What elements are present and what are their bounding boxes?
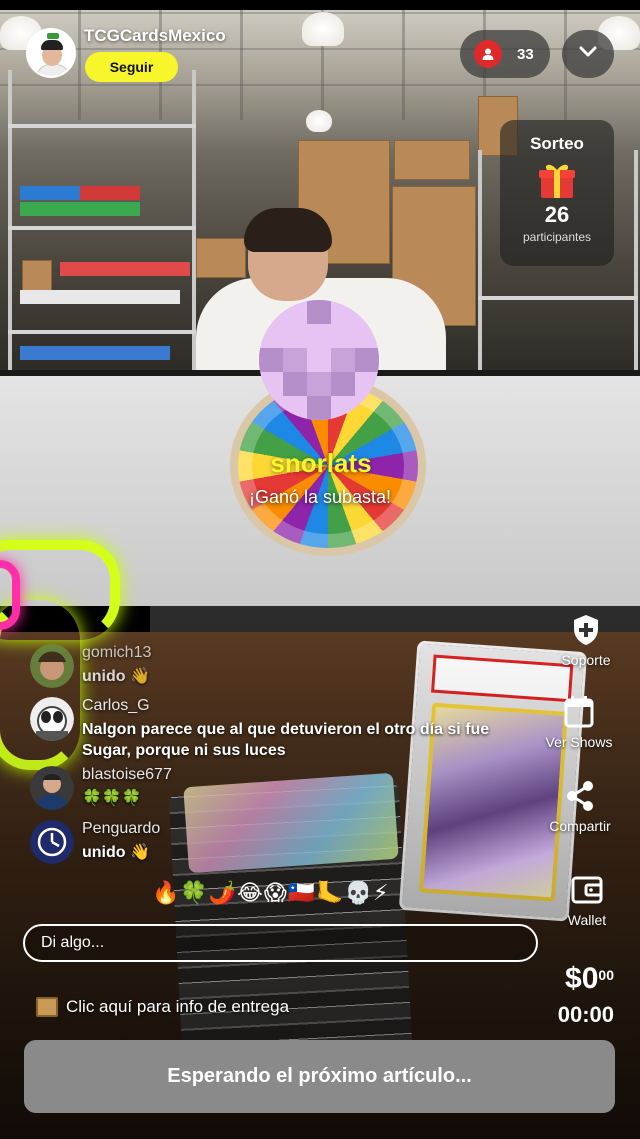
shelf-rack <box>8 124 196 128</box>
price-cents: 00 <box>598 967 614 983</box>
chat-text: Nalgon parece que al que detuvieron el o… <box>82 721 490 759</box>
streamer-name[interactable]: TCGCardsMexico <box>84 26 226 46</box>
viewer-icon <box>474 40 502 68</box>
streamer-avatar[interactable] <box>26 28 76 78</box>
product-stack <box>80 186 140 200</box>
product-stack <box>20 290 180 304</box>
giveaway-card[interactable]: Sorteo 26 participantes <box>500 120 614 266</box>
viewer-count: 33 <box>517 45 534 63</box>
participants-label: participantes <box>522 230 592 244</box>
chat-text: 🍀🍀🍀 <box>82 790 142 807</box>
avatar-logo <box>47 33 59 39</box>
shelf-rack <box>8 226 196 230</box>
ceiling-lamp <box>302 12 344 46</box>
metal-shelf <box>8 70 196 370</box>
share-button[interactable]: Compartir <box>532 778 628 834</box>
delivery-info-text: Clic aquí para info de entrega <box>66 997 290 1016</box>
chat-username[interactable]: blastoise677 <box>82 766 172 784</box>
ceiling-lamp <box>306 110 332 132</box>
cardboard-boxes <box>394 140 470 180</box>
avatar-shirt <box>36 64 70 76</box>
winner-avatar <box>259 300 379 420</box>
shelf-rack <box>8 330 196 334</box>
chat-avatar[interactable] <box>30 820 74 864</box>
price-amount: $0 <box>565 962 599 995</box>
chat-avatar[interactable] <box>30 697 74 741</box>
emoji-reaction-bar[interactable]: 🔥🍀🌶️😂😱🇨🇱🦶💀⚡ <box>152 880 389 906</box>
share-icon <box>563 778 597 814</box>
product-stack <box>20 186 80 200</box>
wallet-label: Wallet <box>567 912 607 928</box>
product-stack <box>60 262 190 276</box>
chat-avatar[interactable] <box>30 766 74 810</box>
collapse-button[interactable] <box>562 30 614 78</box>
chat-username[interactable]: Carlos_G <box>82 697 150 715</box>
waiting-next-item-button[interactable]: Esperando el próximo artículo... <box>24 1040 615 1113</box>
wallet-button[interactable]: Wallet <box>539 872 635 928</box>
streamer-hair <box>244 208 332 252</box>
calendar-icon <box>562 694 596 730</box>
share-label: Compartir <box>549 818 611 834</box>
shelf-rack <box>478 296 638 300</box>
chat-username[interactable]: gomich13 <box>82 644 151 662</box>
current-price: $000 <box>565 962 614 996</box>
gift-icon <box>537 160 577 200</box>
chevron-down-icon <box>579 45 597 63</box>
winner-name: snorlats <box>270 448 372 478</box>
support-label: Soporte <box>561 652 611 668</box>
product-stack <box>20 202 140 216</box>
view-shows-label: Ver Shows <box>545 734 613 750</box>
cardboard-boxes <box>196 238 246 278</box>
shield-plus-icon <box>569 612 603 648</box>
chat-avatar[interactable] <box>30 644 74 688</box>
viewer-count-pill[interactable]: 33 <box>460 30 550 78</box>
view-shows-button[interactable]: Ver Shows <box>531 694 627 750</box>
chat-text: unido 👋 <box>82 668 150 685</box>
chat-username[interactable]: Penguardo <box>82 820 160 838</box>
wallet-icon <box>570 872 604 908</box>
participants-count: 26 <box>544 202 570 227</box>
delivery-info-link[interactable]: Clic aquí para info de entrega <box>36 997 289 1017</box>
product-stack <box>20 346 170 360</box>
package-icon <box>36 997 58 1017</box>
auction-timer: 00:00 <box>557 1002 614 1027</box>
chat-text: unido 👋 <box>82 844 150 861</box>
giveaway-title: Sorteo <box>530 134 584 153</box>
follow-button[interactable]: Seguir <box>85 52 178 82</box>
winner-message: ¡Ganó la subasta! <box>248 487 392 507</box>
avatar-hair <box>41 40 63 50</box>
support-button[interactable]: Soporte <box>538 612 634 668</box>
chat-input[interactable]: Di algo... <box>23 924 538 962</box>
video-top-edge <box>0 0 640 10</box>
